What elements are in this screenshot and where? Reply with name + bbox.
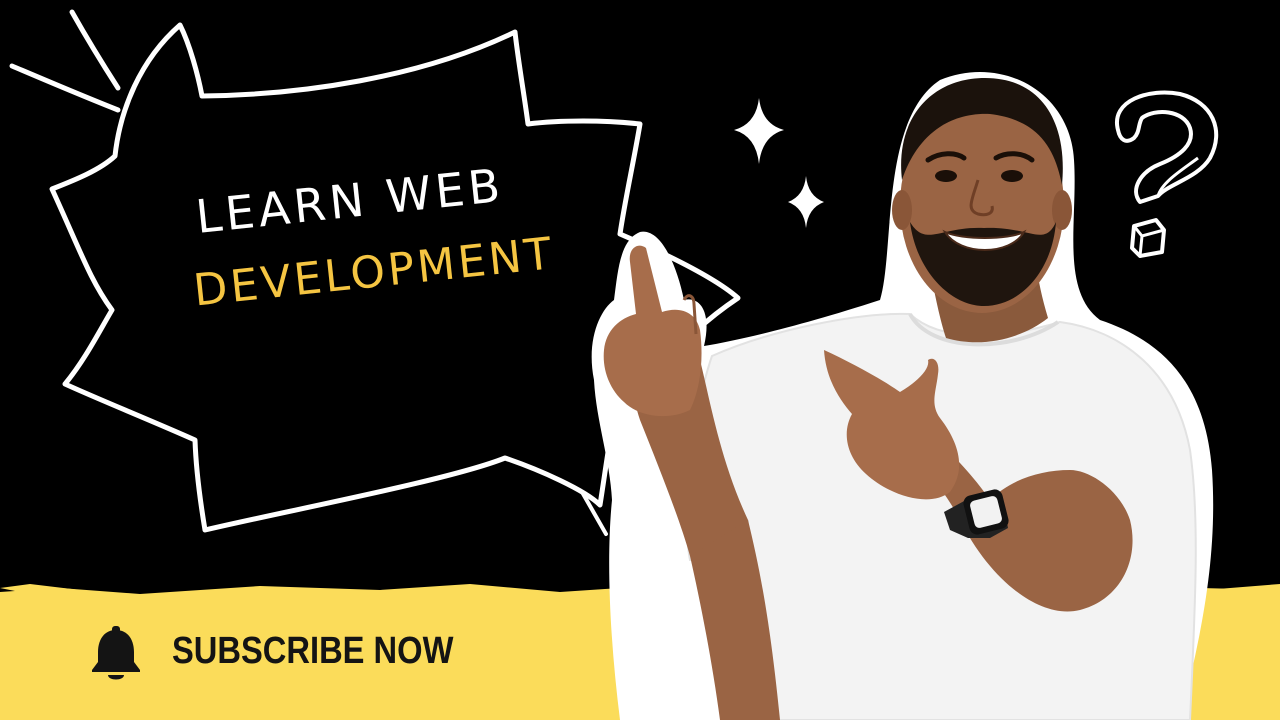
person-pointing-image [591,71,1214,720]
bell-icon [92,626,140,680]
subscribe-now-label[interactable]: SUBSCRIBE NOW [172,630,453,673]
thumbnail-canvas: LEARN WEB DEVELOPMENT SUBSCRIBE NOW [0,0,1280,720]
